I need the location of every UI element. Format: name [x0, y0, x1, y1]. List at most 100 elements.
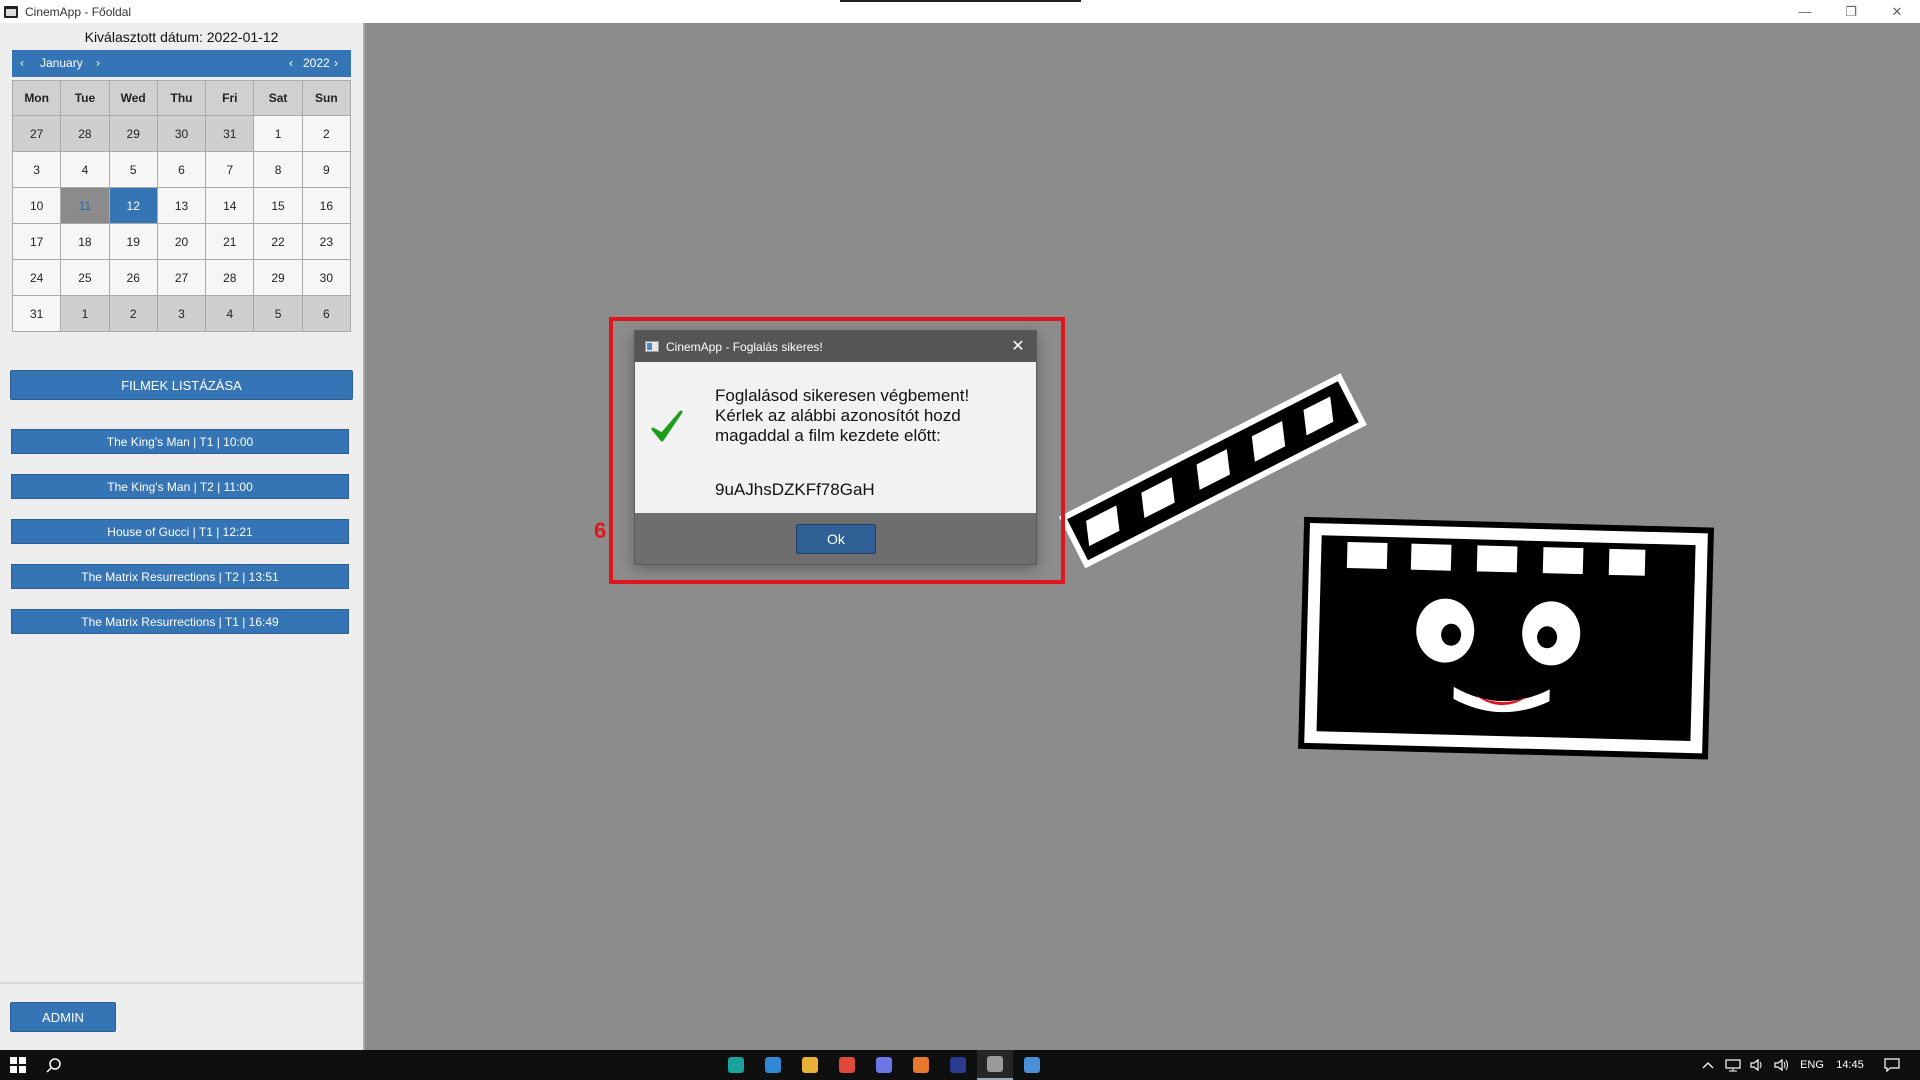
calendar-day[interactable]: 7 — [206, 152, 254, 187]
screening-item[interactable]: The Matrix Resurrections | T2 | 13:51 — [11, 564, 349, 589]
notification-icon[interactable] — [1874, 1050, 1910, 1080]
ok-button[interactable]: Ok — [796, 524, 876, 554]
calendar-day[interactable]: 22 — [254, 224, 302, 259]
calendar-day[interactable]: 23 — [302, 224, 350, 259]
cinemapp-logo-icon — [4, 5, 18, 18]
booking-code: 9uAJhsDZKFf78GaH — [715, 480, 875, 499]
speaker-icon[interactable] — [1746, 1050, 1768, 1080]
titlebar-focus-line — [840, 0, 1081, 2]
weekday-header: Sat — [254, 81, 302, 115]
network-icon[interactable] — [1722, 1050, 1744, 1080]
annotation-number: 6 — [594, 518, 607, 543]
calendar-day[interactable]: 2 — [302, 116, 350, 151]
month-label[interactable]: January — [40, 56, 83, 70]
volume-icon[interactable] — [1770, 1050, 1792, 1080]
screening-item[interactable]: House of Gucci | T1 | 12:21 — [11, 519, 349, 544]
input-language[interactable]: ENG — [1796, 1050, 1828, 1080]
next-year-button[interactable]: › — [334, 56, 338, 70]
calendar-day[interactable]: 18 — [61, 224, 109, 259]
file-explorer-icon[interactable] — [792, 1050, 828, 1080]
dialog-close-button[interactable]: ✕ — [1008, 336, 1028, 356]
chevron-up-icon[interactable] — [1698, 1050, 1718, 1080]
minimize-button[interactable]: — — [1782, 0, 1828, 23]
dialog-titlebar: CinemApp - Foglalás sikeres! ✕ — [635, 331, 1036, 362]
calendar-day[interactable]: 3 — [13, 152, 61, 187]
next-month-button[interactable]: › — [96, 56, 100, 70]
calendar-day[interactable]: 6 — [157, 152, 206, 187]
calendar-day[interactable]: 4 — [206, 296, 254, 331]
panel-edge — [363, 23, 365, 1050]
calendar-day[interactable]: 24 — [13, 260, 61, 295]
chrome-icon[interactable] — [829, 1050, 865, 1080]
search-icon[interactable] — [36, 1050, 72, 1080]
prev-month-button[interactable]: ‹ — [20, 56, 24, 70]
calendar-day[interactable]: 17 — [13, 224, 61, 259]
window-title: CinemApp - Főoldal — [25, 4, 132, 19]
calendar-day[interactable]: 12 — [109, 188, 157, 223]
message-line: magaddal a film kezdete előtt: — [715, 426, 941, 445]
calendar-day[interactable]: 21 — [206, 224, 254, 259]
window-titlebar: CinemApp - Főoldal — ❐ ✕ — [0, 0, 1920, 23]
java-app-icon[interactable] — [1014, 1050, 1050, 1080]
list-movies-button[interactable]: FILMEK LISTÁZÁSA — [10, 370, 353, 400]
vscode-icon[interactable] — [755, 1050, 791, 1080]
calendar-day[interactable]: 28 — [206, 260, 254, 295]
calendar-day[interactable]: 16 — [302, 188, 350, 223]
clock[interactable]: 14:45 — [1828, 1050, 1872, 1080]
close-window-button[interactable]: ✕ — [1874, 0, 1920, 23]
screening-item[interactable]: The Matrix Resurrections | T1 | 16:49 — [11, 609, 349, 634]
calendar-day[interactable]: 13 — [157, 188, 206, 223]
calendar-day[interactable]: 26 — [109, 260, 157, 295]
calendar-day[interactable]: 1 — [254, 116, 302, 151]
calendar-day[interactable]: 5 — [254, 296, 302, 331]
discord-icon[interactable] — [866, 1050, 902, 1080]
screening-item[interactable]: The King's Man | T1 | 10:00 — [11, 429, 349, 454]
orange-app-icon[interactable] — [903, 1050, 939, 1080]
calendar-day[interactable]: 20 — [157, 224, 206, 259]
calendar-day[interactable]: 9 — [302, 152, 350, 187]
calendar-day[interactable]: 28 — [61, 116, 109, 151]
admin-button[interactable]: ADMIN — [10, 1002, 116, 1032]
calendar-day[interactable]: 30 — [157, 116, 206, 151]
calendar-day[interactable]: 6 — [302, 296, 350, 331]
calendar-day[interactable]: 5 — [109, 152, 157, 187]
weekday-header: Tue — [61, 81, 109, 115]
dialog-window-icon — [645, 341, 659, 352]
calendar-day[interactable]: 2 — [109, 296, 157, 331]
sidebar: Kiválasztott dátum: 2022-01-12 ‹ January… — [0, 23, 363, 1050]
calendar-day[interactable]: 15 — [254, 188, 302, 223]
calendar-day[interactable]: 10 — [13, 188, 61, 223]
intellij-icon[interactable] — [940, 1050, 976, 1080]
prev-year-button[interactable]: ‹ — [289, 56, 293, 70]
weekday-header: Sun — [302, 81, 350, 115]
calendar-day[interactable]: 29 — [254, 260, 302, 295]
calendar-day[interactable]: 31 — [13, 296, 61, 331]
calendar-day[interactable]: 29 — [109, 116, 157, 151]
dialog-footer: Ok — [635, 513, 1036, 564]
weekday-header: Fri — [206, 81, 254, 115]
calendar-day[interactable]: 30 — [302, 260, 350, 295]
calendar-day[interactable]: 19 — [109, 224, 157, 259]
taskbar: ENG 14:45 — [0, 1050, 1920, 1080]
calendar-grid: Mon Tue Wed Thu Fri Sat Sun 27 28 29 30 31 1 2 3 4 5 6 7 8 9… — [12, 80, 351, 332]
calendar-day[interactable]: 31 — [206, 116, 254, 151]
dialog-message: Foglalásod sikeresen végbement! Kérlek a… — [715, 386, 1025, 446]
calendar-day[interactable]: 8 — [254, 152, 302, 187]
booking-success-dialog: CinemApp - Foglalás sikeres! ✕ Foglaláso… — [635, 331, 1036, 564]
calendar-day[interactable]: 14 — [206, 188, 254, 223]
year-label[interactable]: 2022 — [303, 56, 330, 70]
calendar-day[interactable]: 3 — [157, 296, 206, 331]
calendar-day[interactable]: 27 — [13, 116, 61, 151]
cinemapp-taskbar-icon[interactable] — [977, 1050, 1013, 1080]
calendar-day[interactable]: 25 — [61, 260, 109, 295]
weekday-header: Mon — [13, 81, 61, 115]
window-controls: — ❐ ✕ — [1782, 0, 1920, 23]
screening-item[interactable]: The King's Man | T2 | 11:00 — [11, 474, 349, 499]
restore-button[interactable]: ❐ — [1828, 0, 1874, 23]
calendar-day[interactable]: 1 — [61, 296, 109, 331]
calendar-day[interactable]: 27 — [157, 260, 206, 295]
calendar-day[interactable]: 4 — [61, 152, 109, 187]
calendar-day[interactable]: 11 — [61, 188, 109, 223]
windows-start-icon[interactable] — [0, 1050, 36, 1080]
browser-app-icon[interactable] — [718, 1050, 754, 1080]
